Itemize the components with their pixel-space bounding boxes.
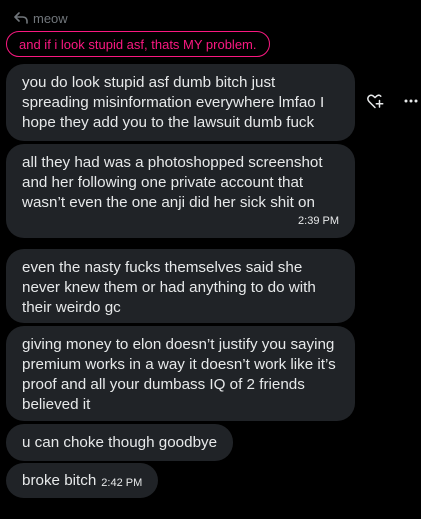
message-bubble[interactable]: broke bitch 2:42 PM <box>6 463 159 498</box>
reply-arrow-icon <box>14 12 28 24</box>
message-bubble[interactable]: u can choke though goodbye <box>6 424 234 461</box>
message-text: broke bitch <box>22 472 97 489</box>
message-text: all they had was a photoshopped screensh… <box>22 154 323 211</box>
message-text: u can choke though goodbye <box>22 434 218 451</box>
message-bubble[interactable]: all they had was a photoshopped screensh… <box>6 144 355 238</box>
reply-context: meow <box>14 9 68 27</box>
message-timestamp: 2:39 PM <box>298 215 339 227</box>
message-timestamp: 2:42 PM <box>101 477 143 489</box>
message-text: you do look stupid asf dumb bitch just s… <box>22 74 325 131</box>
add-reaction-icon[interactable] <box>366 92 384 110</box>
quoted-message[interactable]: and if i look stupid asf, thats MY probl… <box>6 31 270 57</box>
message-text: giving money to elon doesn’t justify you… <box>22 336 336 413</box>
message-bubble[interactable]: even the nasty fucks themselves said she… <box>6 249 355 323</box>
quoted-message-text: and if i look stupid asf, thats MY probl… <box>19 36 257 52</box>
message-bubble[interactable]: you do look stupid asf dumb bitch just s… <box>6 64 355 141</box>
message-text: even the nasty fucks themselves said she… <box>22 259 316 316</box>
reply-sender-name: meow <box>33 10 68 26</box>
message-bubble[interactable]: giving money to elon doesn’t justify you… <box>6 326 355 421</box>
message-actions <box>366 92 418 110</box>
more-options-icon[interactable] <box>404 99 418 103</box>
